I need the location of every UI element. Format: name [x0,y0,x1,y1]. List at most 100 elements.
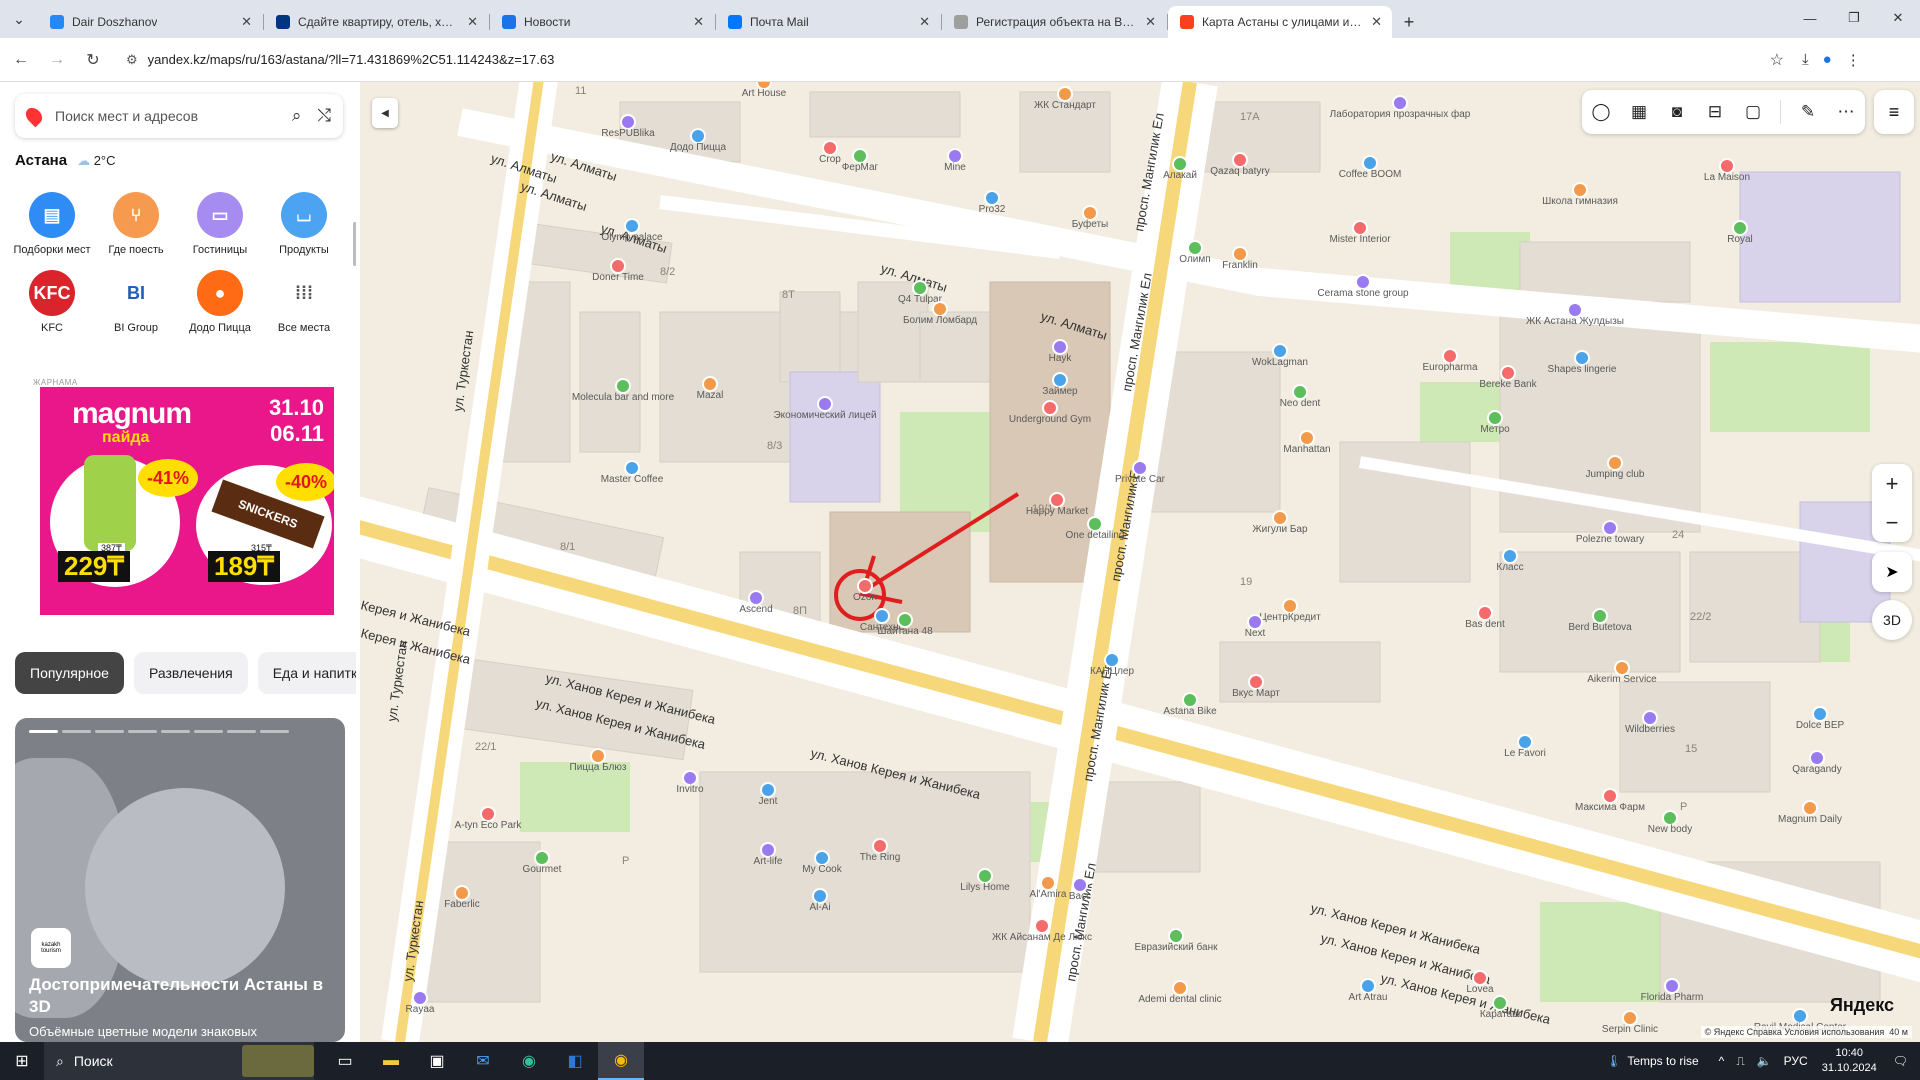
maximize-button[interactable]: ❐ [1832,0,1876,36]
forward-button[interactable]: → [42,45,72,75]
poi-marker[interactable]: Serpin Clinic [1602,1010,1658,1035]
category-item[interactable]: ▭ Гостиницы [178,192,262,256]
panorama-icon[interactable]: ◙ [1666,102,1688,122]
layers-map-icon[interactable]: ▦ [1628,102,1650,122]
route-icon[interactable]: ⤭ [317,106,331,126]
transport-icon[interactable]: ⊟ [1704,102,1726,122]
tab-close-icon[interactable]: ✕ [467,14,478,30]
mail-icon[interactable]: ✉ [460,1042,506,1080]
locate-me-icon[interactable]: ➤ [1872,552,1912,592]
close-window-button[interactable]: ✕ [1876,0,1920,36]
profile-icon[interactable]: ● [1823,51,1832,69]
weather-widget[interactable]: ☁ 2°C [77,153,115,169]
poi-marker[interactable]: A-tyn Eco Park [455,806,523,831]
network-icon[interactable]: ⎍ [1736,1054,1744,1069]
language-indicator[interactable]: РУС [1784,1054,1808,1069]
poi-marker[interactable]: Art House [742,82,787,99]
poi-marker[interactable]: ФерМаг [842,148,879,173]
new-tab-button[interactable]: + [1394,6,1424,38]
story-card[interactable]: kazakh tourism Достопримечательности Аст… [15,718,345,1042]
tab-close-icon[interactable]: ✕ [1371,14,1382,30]
poi-marker[interactable]: Crop [819,140,841,165]
back-button[interactable]: ← [6,45,36,75]
poi-marker[interactable]: Школа гимназия [1542,182,1618,207]
copyright-text[interactable]: © Яндекс Справка Условия использования [1705,1027,1885,1037]
poi-marker[interactable]: Bas dent [1465,605,1505,630]
ruler-icon[interactable]: ✎ [1797,102,1819,122]
satellite-icon[interactable]: ▢ [1742,102,1764,122]
poi-marker[interactable]: Буфеты [1072,205,1108,230]
poi-marker[interactable]: Dolce BEP [1796,706,1845,731]
store-icon[interactable]: ▣ [414,1042,460,1080]
category-item[interactable]: ⁞⁞⁞ Все места [262,270,346,334]
category-item[interactable]: BI BI Group [94,270,178,334]
url-field[interactable]: ⚙ yandex.kz/maps/ru/163/astana/?ll=71.43… [116,44,1796,75]
traffic-icon[interactable]: ◯ [1590,102,1612,122]
poi-marker[interactable]: Le Favori [1504,734,1546,759]
filter-chip[interactable]: Еда и напитки [257,652,356,694]
poi-marker[interactable]: Пицца Блюз [570,748,627,773]
ad-banner[interactable]: magnum пайда 31.10 06.11 SNICKERS -41% -4… [40,387,334,615]
poi-marker[interactable]: Mister Interior [1329,220,1391,245]
clock[interactable]: 10:40 31.10.2024 [1822,1046,1877,1076]
poi-marker[interactable]: Master Coffee [601,460,664,485]
poi-marker[interactable]: Franklin [1222,246,1258,271]
tab-close-icon[interactable]: ✕ [1145,14,1156,30]
volume-icon[interactable]: 🔈 [1757,1054,1772,1069]
zoom-in-button[interactable]: + [1886,471,1899,497]
map-menu-icon[interactable]: ≡ [1874,90,1914,134]
yandex-logo[interactable]: Яндекс [1830,995,1894,1016]
street-label[interactable]: ул. Туркестан [384,640,410,723]
poi-marker[interactable]: Евразийский банк [1134,928,1218,953]
poi-marker[interactable]: Жигули Бар [1252,510,1308,535]
poi-marker[interactable]: Mine [944,148,966,173]
edge-icon[interactable]: ◉ [506,1042,552,1080]
poi-marker[interactable]: Pro32 [979,190,1006,215]
search-input[interactable]: Поиск мест и адресов [55,108,276,124]
city-name[interactable]: Астана [15,152,67,169]
poi-marker[interactable]: New body [1648,810,1692,835]
file-explorer-icon[interactable]: ▬ [368,1042,414,1080]
bookmark-star-icon[interactable]: ☆ [1770,50,1784,70]
windows-start-icon[interactable]: ⊞ [0,1042,44,1080]
poi-marker[interactable]: Qaragandy [1792,750,1842,775]
filter-chip[interactable]: Развлечения [133,652,248,694]
browser-tab[interactable]: Новости ✕ [490,6,716,38]
category-item[interactable]: ⌴ Продукты [262,192,346,256]
notification-icon[interactable]: 🗨 [1893,1054,1908,1068]
browser-tab[interactable]: Dair Doszhanov ✕ [38,6,264,38]
browser-tab[interactable]: Почта Mail ✕ [716,6,942,38]
outlook-icon[interactable]: ◧ [552,1042,598,1080]
poi-marker[interactable]: Magnum Daily [1778,800,1842,825]
tab-close-icon[interactable]: ✕ [919,14,930,30]
tab-close-icon[interactable]: ✕ [693,14,704,30]
tab-search-button[interactable]: ⌄ [0,0,38,38]
site-info-icon[interactable]: ⚙ [126,52,138,68]
panel-scrollbar[interactable] [353,222,356,266]
poi-marker[interactable]: Astana Bike [1163,692,1217,717]
poi-marker[interactable]: Максима Фарм [1575,788,1645,813]
zoom-out-button[interactable]: − [1886,510,1899,536]
search-box[interactable]: Поиск мест и адресов ⌕ ⤭ [15,94,343,138]
poi-marker[interactable]: Manhattan [1283,430,1331,455]
browser-tab[interactable]: Карта Астаны с улицами и номерами ✕ [1168,6,1392,38]
reload-button[interactable]: ↻ [78,45,108,75]
poi-marker[interactable]: La Maison [1704,158,1750,183]
poi-marker[interactable]: Europharma [1422,348,1478,373]
browser-tab[interactable]: Сдайте квартиру, отель, хостел ✕ [264,6,490,38]
tab-close-icon[interactable]: ✕ [241,14,252,30]
more-icon[interactable]: ⋯ [1835,102,1857,122]
task-view-icon[interactable]: ▭ [322,1042,368,1080]
poi-marker[interactable]: Ademi dental clinic [1138,980,1222,1005]
search-icon[interactable]: ⌕ [292,106,302,126]
category-item[interactable]: ⑂ Где поесть [94,192,178,256]
3d-button[interactable]: 3D [1872,600,1912,640]
browser-menu-icon[interactable]: ⋮ [1846,51,1861,69]
category-item[interactable]: ● Додо Пицца [178,270,262,334]
poi-marker[interactable]: ЦентрКредит [1259,598,1321,623]
taskbar-search[interactable]: ⌕ Поиск [44,1042,314,1080]
category-item[interactable]: ▤ Подборки мест [10,192,94,256]
chrome-icon[interactable]: ◉ [598,1042,644,1080]
filter-chip[interactable]: Популярное [15,652,124,694]
street-label[interactable]: ул. Туркестан [450,330,476,413]
